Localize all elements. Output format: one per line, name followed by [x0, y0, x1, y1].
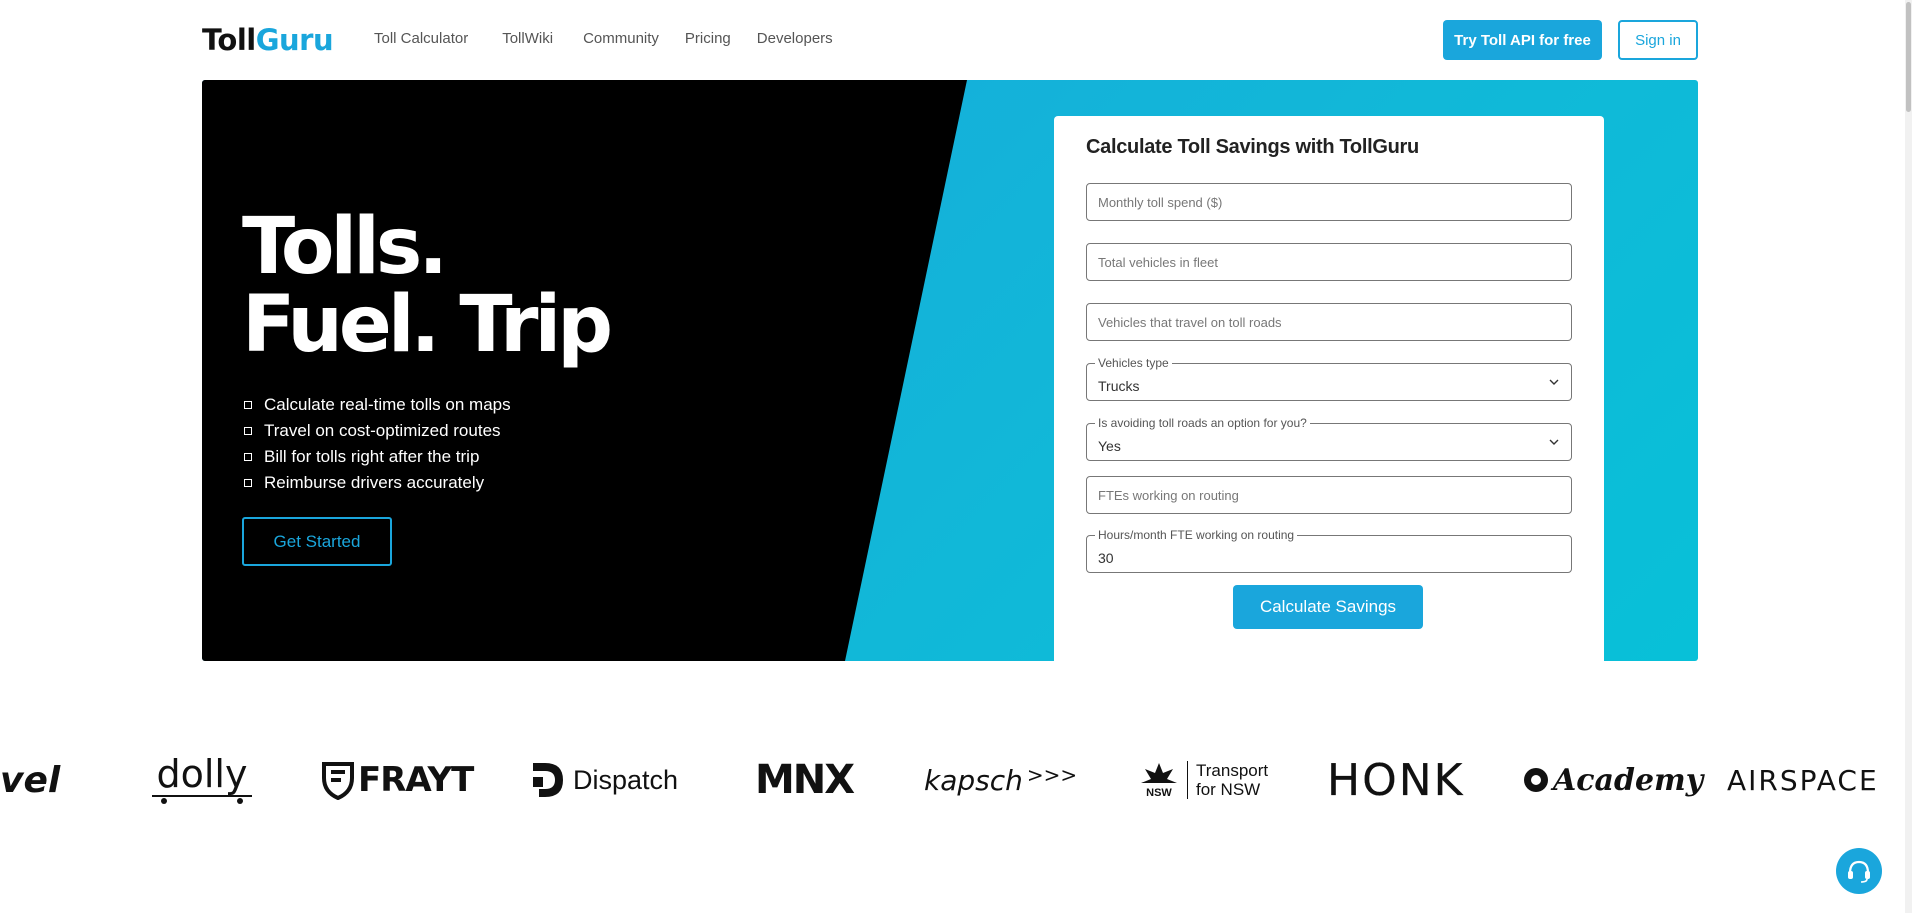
- square-bullet-icon: [244, 427, 252, 435]
- logo-frayt: FRAYT: [322, 740, 474, 820]
- nav-developers[interactable]: Developers: [757, 30, 833, 47]
- dispatch-d-icon: [533, 763, 563, 797]
- form-title: Calculate Toll Savings with TollGuru: [1086, 136, 1419, 158]
- scrollbar-thumb[interactable]: [1906, 2, 1911, 112]
- toll-vehicles-input[interactable]: Vehicles that travel on toll roads: [1086, 303, 1572, 341]
- customer-logos-strip: vel dolly FRAYT Dispatch MNX kapsch >>> N…: [0, 740, 1912, 820]
- logo-airspace: AIRSPACE: [1727, 763, 1879, 797]
- academy-badge-icon: [1524, 768, 1548, 792]
- logo-transport-nsw: NSW Transport for NSW: [1139, 740, 1268, 820]
- vehicle-type-select[interactable]: Vehicles type Trucks: [1086, 356, 1572, 401]
- dolly-cart-icon: [152, 795, 252, 804]
- logo-dolly: dolly: [152, 740, 252, 820]
- chevron-down-icon: [1549, 439, 1559, 445]
- hero-banner: Tolls. Fuel. Trip Calculate real-time to…: [202, 80, 1698, 661]
- list-item: Calculate real-time tolls on maps: [242, 392, 511, 418]
- nav-toll-calculator[interactable]: Toll Calculator: [374, 30, 468, 47]
- chevron-down-icon: [1549, 379, 1559, 385]
- logo-honk: HONK: [1327, 754, 1465, 806]
- site-header: Toll Guru Toll Calculator TollWiki Commun…: [0, 0, 1912, 80]
- total-vehicles-input[interactable]: Total vehicles in fleet: [1086, 243, 1572, 281]
- sign-in-button[interactable]: Sign in: [1618, 20, 1698, 60]
- tollguru-logo[interactable]: Toll Guru: [202, 23, 334, 57]
- avoid-tolls-select[interactable]: Is avoiding toll roads an option for you…: [1086, 416, 1572, 461]
- nav-tollwiki[interactable]: TollWiki: [502, 30, 553, 47]
- list-item: Reimburse drivers accurately: [242, 470, 511, 496]
- logo-dispatch: Dispatch: [527, 740, 678, 820]
- page-scrollbar[interactable]: [1905, 0, 1912, 913]
- frayt-shield-icon: [322, 762, 354, 800]
- list-item: Travel on cost-optimized routes: [242, 418, 511, 444]
- savings-form-card: Calculate Toll Savings with TollGuru Mon…: [1054, 116, 1604, 661]
- logo-academy: Academy: [1523, 740, 1703, 820]
- hero-title: Tolls. Fuel. Trip: [242, 202, 613, 370]
- list-item: Bill for tolls right after the trip: [242, 444, 511, 470]
- logo-kapsch: kapsch >>>: [924, 763, 1078, 797]
- feature-list: Calculate real-time tolls on maps Travel…: [242, 392, 511, 496]
- nav-community[interactable]: Community: [583, 30, 659, 47]
- try-api-button[interactable]: Try Toll API for free: [1443, 20, 1602, 60]
- ftes-input[interactable]: FTEs working on routing: [1086, 476, 1572, 514]
- main-nav: Toll Calculator TollWiki Community Prici…: [374, 30, 859, 47]
- logo-mnx: MNX: [755, 757, 855, 803]
- nsw-waratah-icon: NSW: [1139, 761, 1179, 799]
- monthly-toll-input[interactable]: Monthly toll spend ($): [1086, 183, 1572, 221]
- headset-icon: [1848, 860, 1870, 883]
- get-started-button[interactable]: Get Started: [242, 517, 392, 566]
- chat-support-button[interactable]: [1836, 848, 1882, 894]
- nav-pricing[interactable]: Pricing: [685, 30, 731, 47]
- calculate-savings-button[interactable]: Calculate Savings: [1233, 585, 1423, 629]
- hours-fte-input[interactable]: Hours/month FTE working on routing 30: [1086, 528, 1572, 573]
- square-bullet-icon: [244, 479, 252, 487]
- square-bullet-icon: [244, 401, 252, 409]
- square-bullet-icon: [244, 453, 252, 461]
- logo-travel: vel: [0, 759, 61, 801]
